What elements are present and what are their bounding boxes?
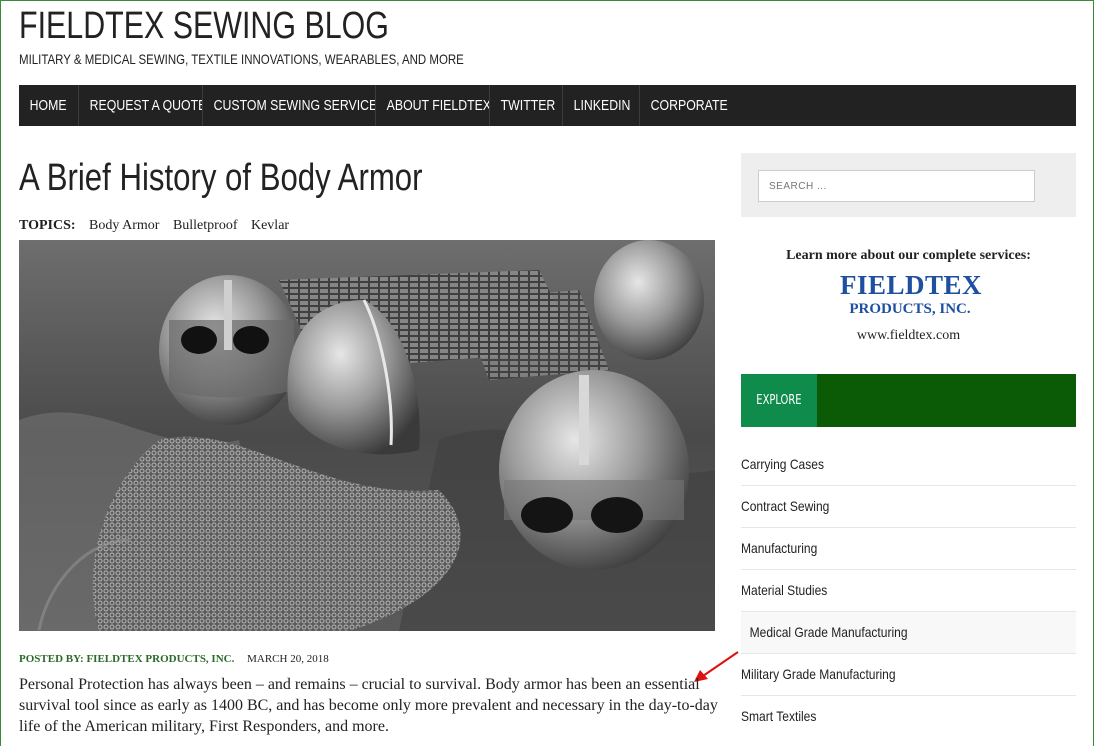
logo-line-1: FIELDTEX <box>840 270 983 300</box>
topic-link[interactable]: Body Armor <box>89 218 159 233</box>
post-title: A Brief History of Body Armor <box>19 157 423 199</box>
topic-link[interactable]: Bulletproof <box>173 218 238 233</box>
category-link[interactable]: Medical Grade Manufacturing <box>741 612 1076 654</box>
post-topics: TOPICS: Body Armor Bulletproof Kevlar <box>19 218 299 234</box>
search-widget <box>741 153 1076 217</box>
explore-bar: EXPLORE <box>741 374 1076 427</box>
topic-link[interactable]: Kevlar <box>251 218 289 233</box>
post-date: MARCH 20, 2018 <box>247 653 329 665</box>
nav-home[interactable]: HOME <box>19 85 79 126</box>
main-nav: HOME REQUEST A QUOTE CUSTOM SEWING SERVI… <box>19 85 1076 126</box>
nav-about[interactable]: ABOUT FIELDTEX <box>376 85 490 126</box>
promo-heading: Learn more about our complete services: <box>786 248 1031 263</box>
category-link[interactable]: Military Grade Manufacturing <box>741 654 1076 696</box>
nav-custom-sewing[interactable]: CUSTOM SEWING SERVICES <box>203 85 376 126</box>
explore-tab[interactable]: EXPLORE <box>741 374 817 427</box>
search-input[interactable] <box>758 170 1035 202</box>
post-byline: POSTED BY: FIELDTEX PRODUCTS, INC. MARCH… <box>19 653 329 665</box>
fieldtex-logo[interactable]: FIELDTEX PRODUCTS, INC. <box>840 270 983 320</box>
category-list: Carrying Cases Contract Sewing Manufactu… <box>741 444 1076 737</box>
site-tagline: MILITARY & MEDICAL SEWING, TEXTILE INNOV… <box>19 51 464 67</box>
category-link[interactable]: Smart Textiles <box>741 696 1076 737</box>
post-excerpt: Personal Protection has always been – an… <box>19 676 718 735</box>
post-author[interactable]: POSTED BY: FIELDTEX PRODUCTS, INC. <box>19 653 234 665</box>
site-title[interactable]: FIELDTEX SEWING BLOG <box>19 4 389 48</box>
hero-image <box>19 240 715 631</box>
logo-line-2: PRODUCTS, INC. <box>849 301 971 317</box>
category-link[interactable]: Contract Sewing <box>741 486 1076 528</box>
nav-twitter[interactable]: TWITTER <box>490 85 563 126</box>
promo-url[interactable]: www.fieldtex.com <box>741 328 1076 344</box>
nav-corporate[interactable]: CORPORATE <box>640 85 730 126</box>
category-link[interactable]: Material Studies <box>741 570 1076 612</box>
category-link[interactable]: Manufacturing <box>741 528 1076 570</box>
topics-label: TOPICS: <box>19 218 76 233</box>
category-link[interactable]: Carrying Cases <box>741 444 1076 486</box>
nav-request-quote[interactable]: REQUEST A QUOTE <box>79 85 203 126</box>
nav-linkedin[interactable]: LINKEDIN <box>563 85 640 126</box>
